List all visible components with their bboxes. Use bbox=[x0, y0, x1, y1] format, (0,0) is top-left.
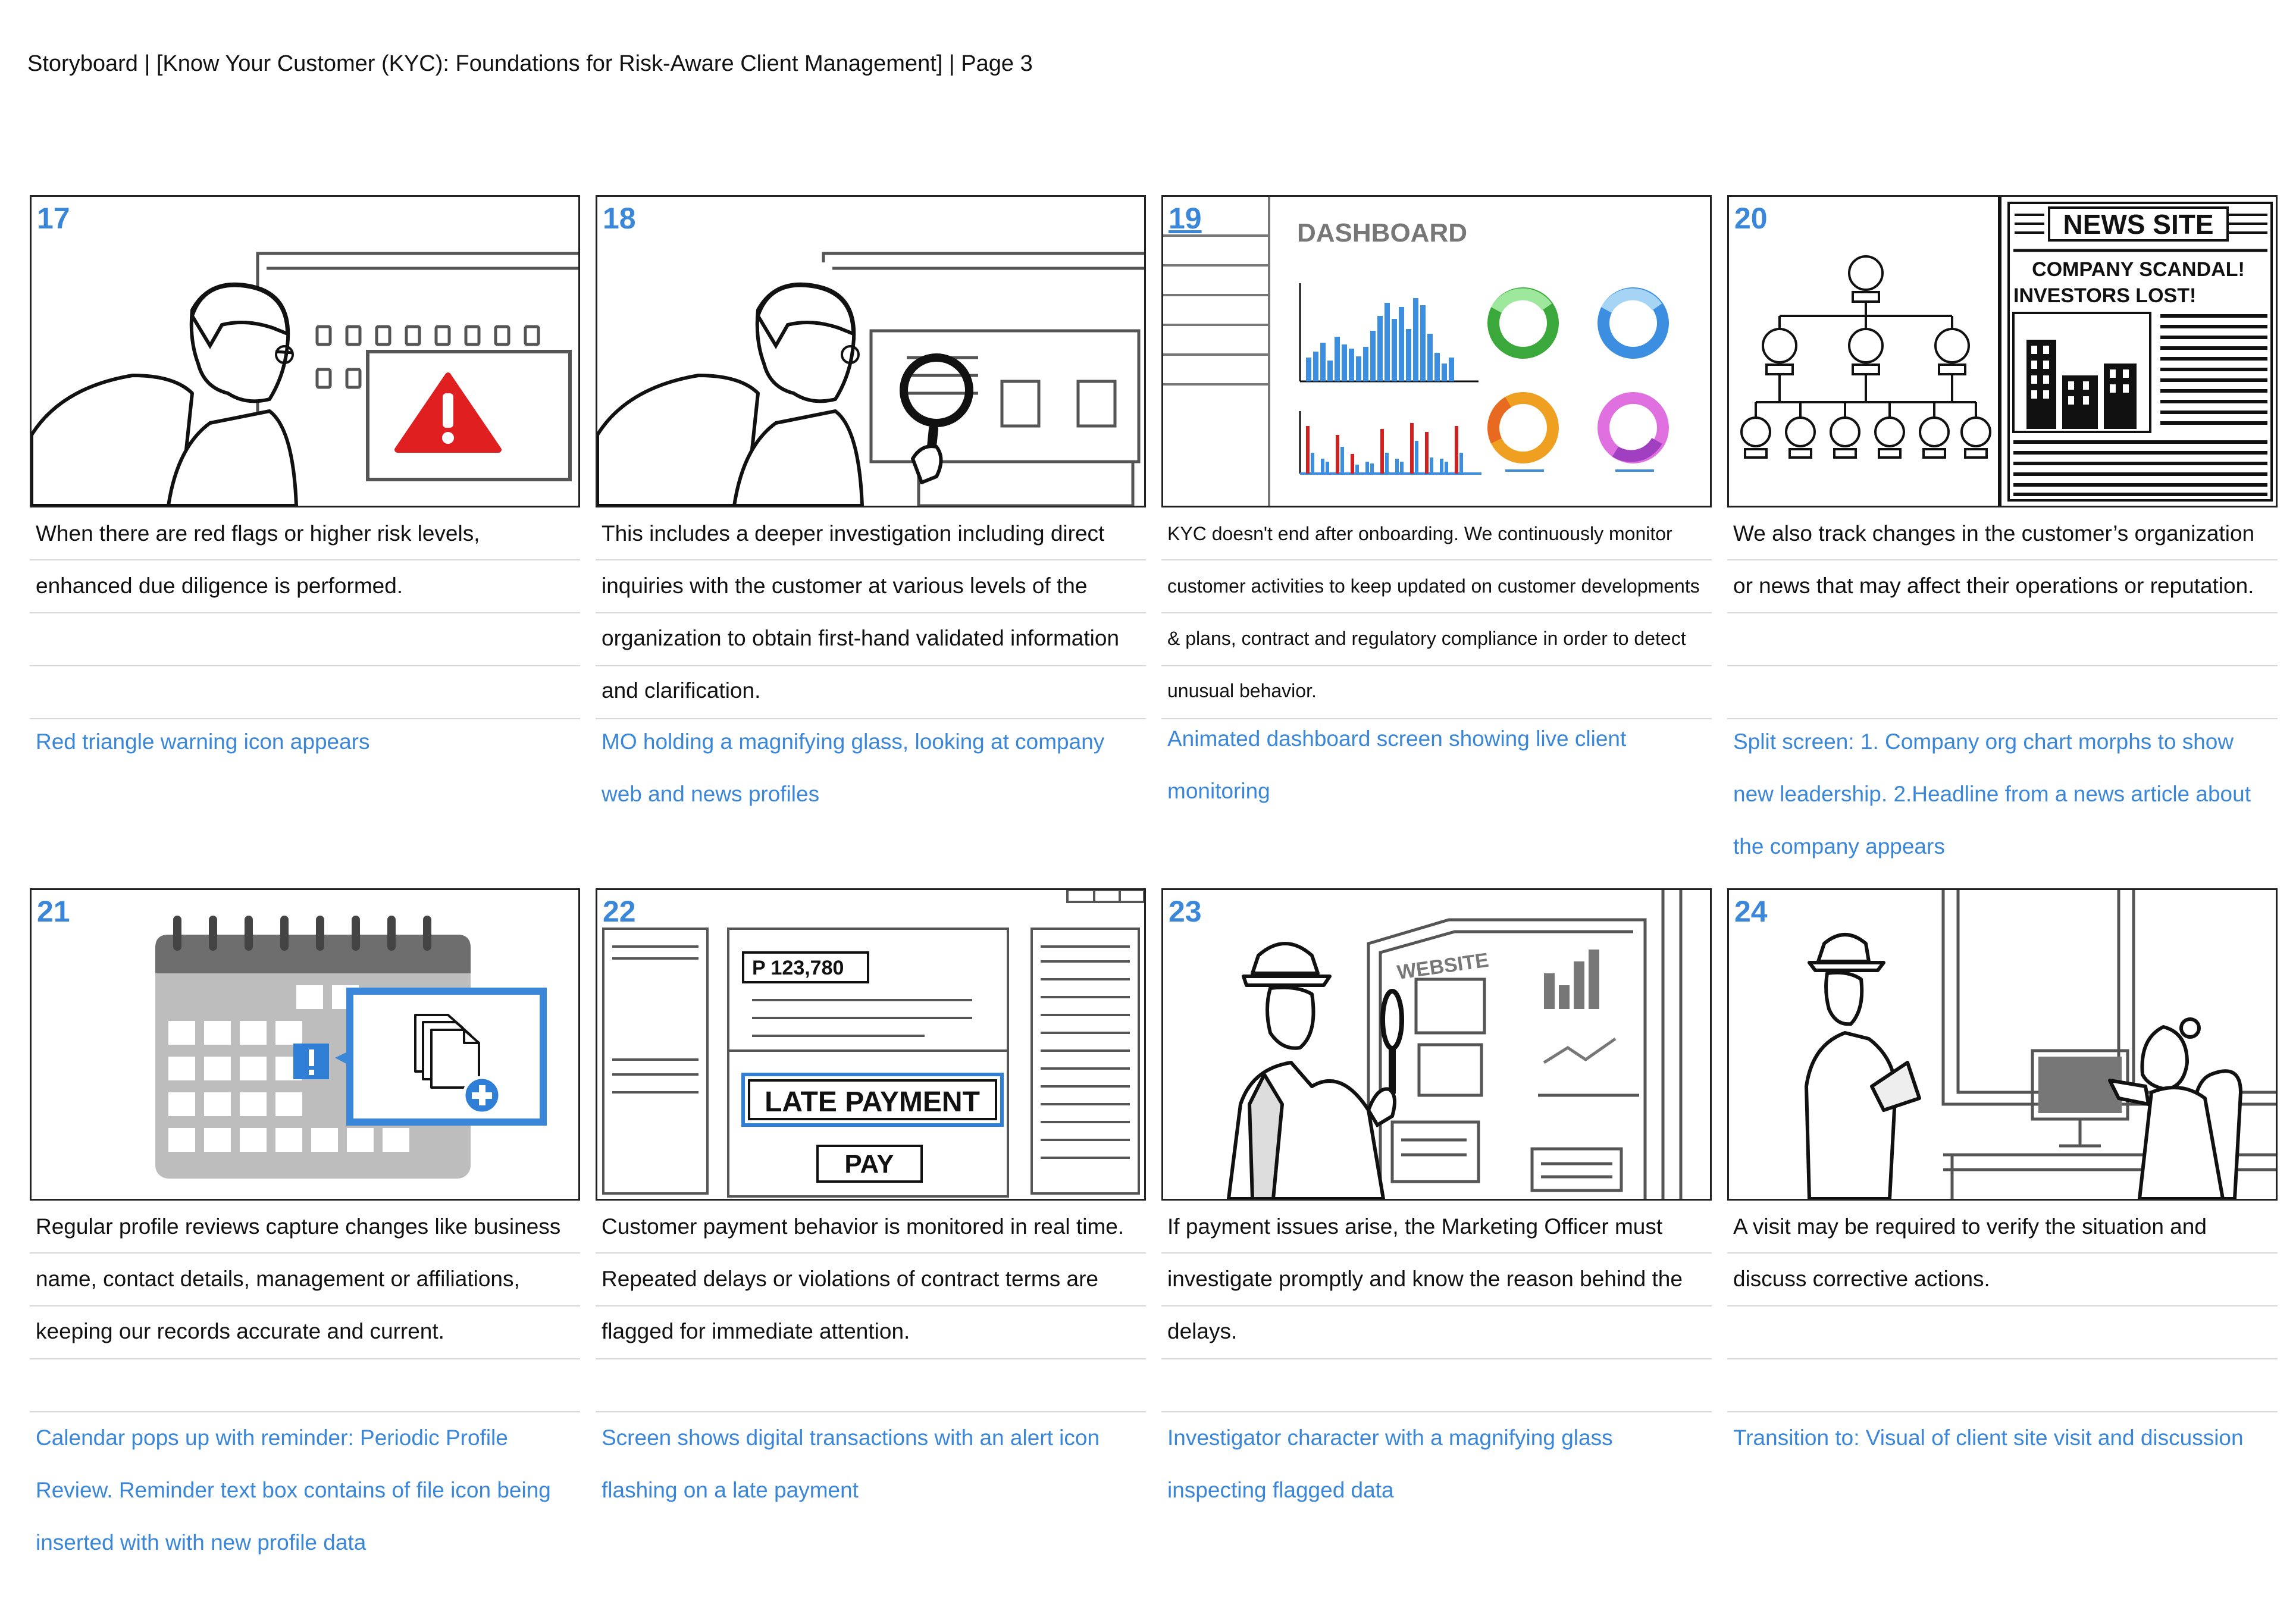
magnifying-glass-icon bbox=[1380, 989, 1404, 1096]
warning-scene-illustration bbox=[32, 252, 578, 506]
narration-text: A visit may be required to verify the si… bbox=[1733, 1214, 2207, 1291]
client-visit-illustration bbox=[1805, 890, 2276, 1199]
storyboard-panel-20: NEWS SITE COMPANY SCANDAL! INVESTORS LOS… bbox=[1727, 195, 2278, 879]
panel-frame: P 123,780 LATE PAYMENT PAY bbox=[596, 888, 1146, 1201]
newspaper-icon: NEWS SITE COMPANY SCANDAL! INVESTORS LOS… bbox=[2007, 202, 2273, 502]
direction-note: Transition to: Visual of client site vis… bbox=[1733, 1425, 2244, 1450]
panel-frame: WEBSITE bbox=[1161, 888, 1712, 1201]
investigation-scene-illustration bbox=[597, 252, 1144, 506]
panel-frame bbox=[30, 888, 580, 1201]
direction-note: MO holding a magnifying glass, looking a… bbox=[602, 729, 1105, 806]
org-chart-icon bbox=[1740, 255, 1991, 459]
narration-text: If payment issues arise, the Marketing O… bbox=[1167, 1214, 1683, 1343]
narration-text: This includes a deeper investigation inc… bbox=[602, 521, 1120, 703]
dashboard-heading: DASHBOARD bbox=[1297, 218, 1467, 247]
storyboard-panel-17: 17 When there are red flags or higher ri… bbox=[30, 195, 580, 879]
narration-text: Regular profile reviews capture changes … bbox=[36, 1214, 561, 1343]
storyboard-panel-22: P 123,780 LATE PAYMENT PAY 22 Customer p… bbox=[596, 888, 1146, 1602]
late-payment-alert: LATE PAYMENT bbox=[741, 1073, 1004, 1127]
magnifying-glass-icon bbox=[900, 353, 973, 463]
panel-number: 19 bbox=[1169, 202, 1202, 235]
panel-number: 17 bbox=[37, 202, 70, 235]
org-chart-and-news-illustration: NEWS SITE COMPANY SCANDAL! INVESTORS LOS… bbox=[1740, 197, 2273, 506]
news-site-heading: NEWS SITE bbox=[2063, 209, 2213, 240]
page-title: Storyboard | [Know Your Customer (KYC): … bbox=[27, 51, 1033, 76]
panel-number: 23 bbox=[1169, 895, 1202, 928]
monitor-icon bbox=[2038, 1057, 2122, 1113]
panel-number: 20 bbox=[1734, 202, 1768, 235]
warning-triangle-icon bbox=[394, 372, 502, 453]
payment-amount: P 123,780 bbox=[752, 957, 844, 979]
add-icon bbox=[462, 1076, 502, 1115]
narration-text: KYC doesn't end after onboarding. We con… bbox=[1167, 523, 1700, 701]
panel-number: 24 bbox=[1734, 895, 1768, 928]
direction-note: Red triangle warning icon appears bbox=[36, 729, 370, 754]
panel-frame bbox=[30, 195, 580, 507]
panel-number: 21 bbox=[37, 895, 70, 928]
news-headline-1: COMPANY SCANDAL! bbox=[2032, 258, 2245, 281]
news-headline-2: INVESTORS LOST! bbox=[2013, 284, 2196, 307]
panel-frame: NEWS SITE COMPANY SCANDAL! INVESTORS LOS… bbox=[1727, 195, 2278, 507]
panel-frame bbox=[596, 195, 1146, 507]
direction-note: Screen shows digital transactions with a… bbox=[602, 1425, 1100, 1502]
late-payment-screen-illustration: P 123,780 LATE PAYMENT PAY bbox=[602, 890, 1144, 1198]
narration-text: We also track changes in the customer’s … bbox=[1733, 521, 2255, 598]
panel-number: 22 bbox=[603, 895, 636, 928]
direction-note: Animated dashboard screen showing live c… bbox=[1167, 726, 1627, 803]
direction-note: Calendar pops up with reminder: Periodic… bbox=[36, 1425, 551, 1555]
pay-button-label: PAY bbox=[844, 1149, 894, 1179]
dashboard-illustration: DASHBOARD bbox=[1163, 197, 1669, 506]
late-payment-label: LATE PAYMENT bbox=[765, 1086, 980, 1118]
bar-chart-icon bbox=[1299, 283, 1479, 383]
calendar-reminder-illustration bbox=[155, 916, 547, 1179]
donut-charts-icon bbox=[1487, 287, 1669, 463]
direction-note: Investigator character with a magnifying… bbox=[1167, 1425, 1613, 1502]
storyboard-panel-19: DASHBOARD 19 KYC doesn't end after onboa… bbox=[1161, 195, 1712, 879]
investigator-illustration: WEBSITE bbox=[1227, 890, 1683, 1199]
panel-frame: DASHBOARD bbox=[1161, 195, 1712, 507]
narration-text: When there are red flags or higher risk … bbox=[36, 521, 480, 598]
panel-frame bbox=[1727, 888, 2278, 1201]
storyboard-panel-23: WEBSITE 23 If payment issues arise, the bbox=[1161, 888, 1712, 1602]
narration-text: Customer payment behavior is monitored i… bbox=[602, 1214, 1124, 1343]
storyboard-panel-21: 21 Regular profile reviews capture chang… bbox=[30, 888, 580, 1602]
panel-number: 18 bbox=[603, 202, 636, 235]
grouped-bar-chart-icon bbox=[1299, 411, 1481, 475]
direction-note: Split screen: 1. Company org chart morph… bbox=[1733, 729, 2251, 859]
storyboard-panel-24: 24 A visit may be required to verify the… bbox=[1727, 888, 2278, 1602]
storyboard-panel-18: 18 This includes a deeper investigation … bbox=[596, 195, 1146, 879]
